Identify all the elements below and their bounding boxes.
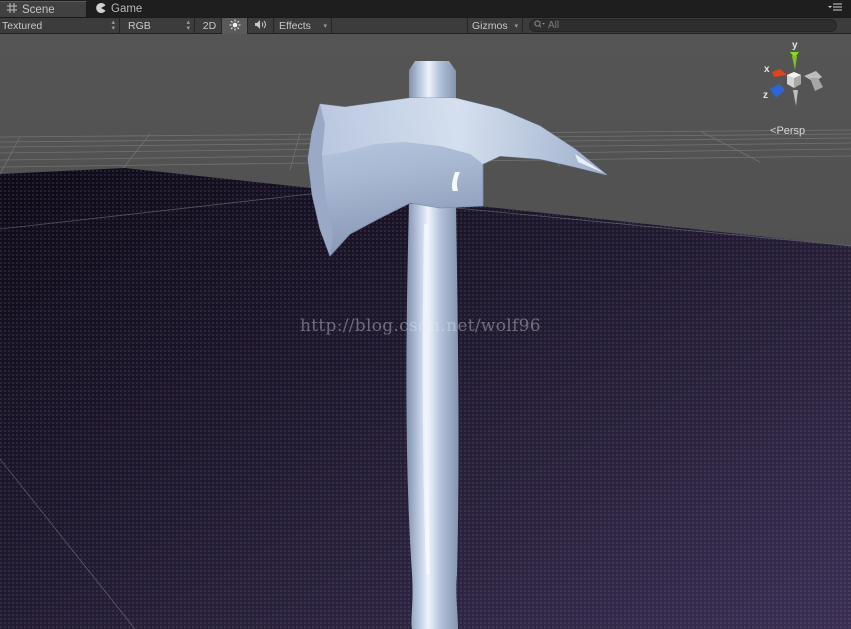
render-mode-dropdown[interactable]: RGB ▴ ▾ bbox=[123, 18, 195, 34]
orientation-gizmo[interactable]: y x z bbox=[760, 38, 830, 118]
updown-arrow-icon: ▴ ▾ bbox=[186, 19, 190, 32]
speaker-icon bbox=[254, 19, 267, 33]
render-mode-value: RGB bbox=[128, 20, 151, 32]
shading-mode-dropdown[interactable]: Textured ▴ ▾ bbox=[0, 18, 120, 34]
dropdown-arrow-icon: ▾ bbox=[514, 23, 518, 30]
gizmos-label: Gizmos bbox=[472, 20, 508, 32]
hierarchy-search-field[interactable] bbox=[529, 19, 837, 32]
search-icon bbox=[534, 20, 545, 31]
projection-label: Persp bbox=[776, 125, 806, 137]
tab-game-label: Game bbox=[111, 3, 143, 15]
search-input[interactable] bbox=[548, 20, 808, 31]
panel-menu-icon[interactable] bbox=[828, 2, 842, 14]
tab-game[interactable]: Game bbox=[88, 1, 166, 17]
pacman-icon bbox=[96, 2, 106, 16]
gizmo-z-label: z bbox=[763, 90, 768, 101]
gizmo-x-cone[interactable] bbox=[772, 69, 787, 77]
shading-mode-value: Textured bbox=[2, 20, 43, 32]
editor-tab-strip: Scene Game bbox=[0, 0, 851, 17]
tab-scene-label: Scene bbox=[22, 3, 55, 16]
effects-label: Effects bbox=[279, 20, 311, 32]
gizmo-z-cone[interactable] bbox=[770, 84, 785, 98]
updown-arrow-icon: ▴ ▾ bbox=[111, 19, 115, 32]
scene-viewport[interactable]: http://blog.csdn.net/wolf96 y x z <Persp bbox=[0, 34, 851, 629]
effects-dropdown[interactable]: Effects ▾ bbox=[275, 18, 332, 34]
gizmo-y-label: y bbox=[792, 40, 798, 51]
dropdown-arrow-icon: ▾ bbox=[323, 23, 327, 30]
scene-toolbar: Textured ▴ ▾ RGB ▴ ▾ 2D Effects ▾ Gizmos ▾ bbox=[0, 17, 851, 34]
toggle-2d-button[interactable]: 2D bbox=[198, 18, 222, 34]
tab-scene[interactable]: Scene bbox=[0, 1, 87, 17]
toggle-2d-label: 2D bbox=[202, 20, 217, 32]
grid-icon bbox=[7, 3, 17, 16]
scene-audio-toggle[interactable] bbox=[248, 18, 274, 34]
watermark-text: http://blog.csdn.net/wolf96 bbox=[300, 316, 541, 336]
projection-toggle[interactable]: <Persp bbox=[770, 125, 805, 137]
gizmo-neg-y-cone[interactable] bbox=[793, 90, 798, 106]
gizmo-x-label: x bbox=[764, 64, 770, 75]
sun-icon bbox=[229, 19, 241, 34]
scene-lighting-toggle[interactable] bbox=[222, 18, 248, 34]
gizmos-dropdown[interactable]: Gizmos ▾ bbox=[467, 18, 523, 34]
